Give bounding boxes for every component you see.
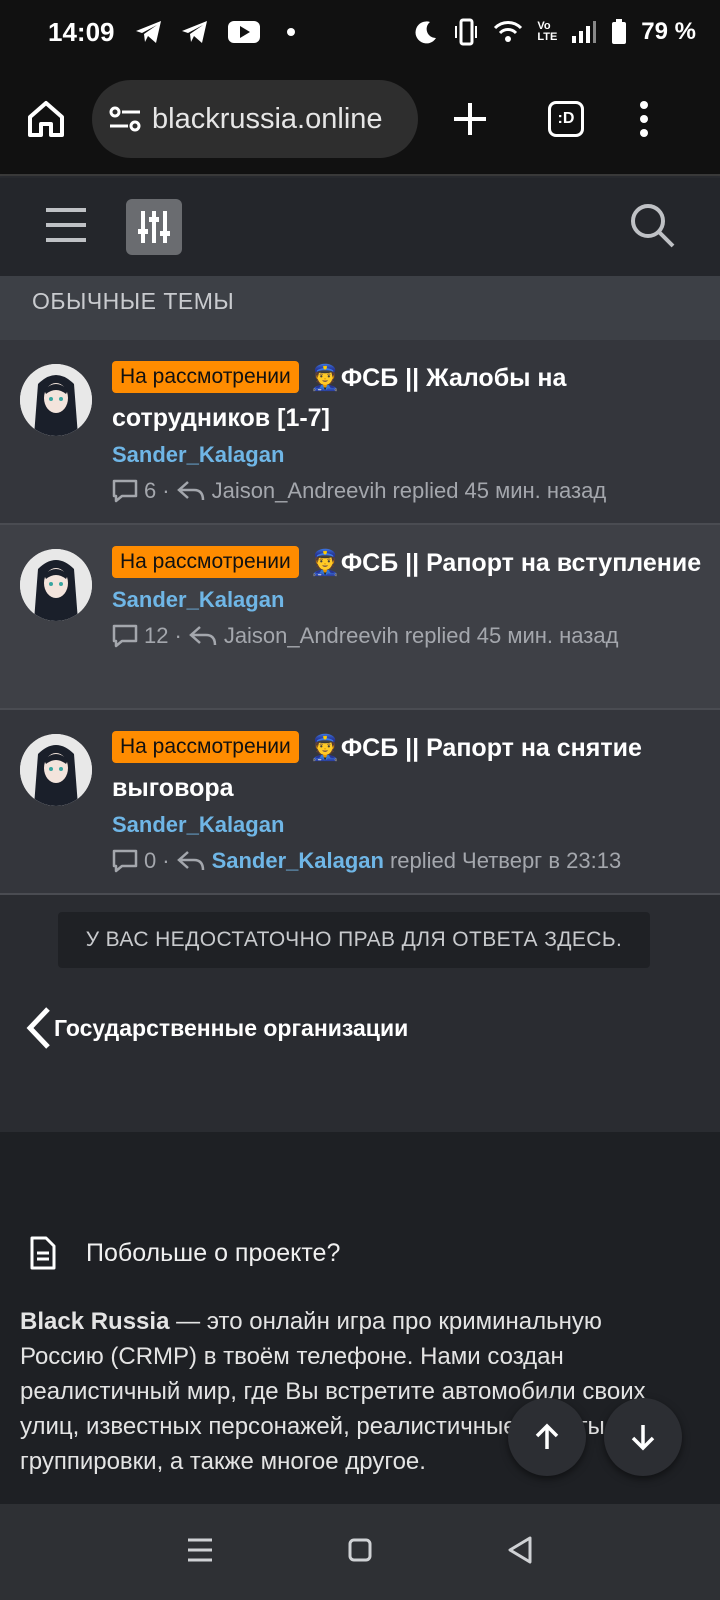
status-badge: На рассмотрении — [112, 546, 299, 578]
tab-count: :D — [548, 101, 584, 137]
telegram-icon — [181, 21, 207, 43]
system-nav-bar — [0, 1504, 720, 1600]
reply-count: 12 — [144, 623, 169, 648]
reply-arrow-icon — [176, 481, 204, 501]
thread-author[interactable]: Sander_Kalagan — [112, 442, 712, 468]
arrow-down-icon — [631, 1425, 655, 1451]
section-title: ОБЫЧНЫЕ ТЕМЫ — [0, 276, 720, 340]
volte-icon: Vo LTE — [537, 20, 558, 43]
breadcrumb-label[interactable]: Государственные организации — [54, 1015, 408, 1042]
url-text: blackrussia.online — [152, 102, 383, 135]
last-reply-user[interactable]: Sander_Kalagan — [212, 848, 384, 874]
status-bar: 14:09 Vo LTE 79 % — [0, 0, 720, 64]
browser-menu-button[interactable] — [638, 99, 650, 139]
reply-arrow-icon — [188, 626, 217, 646]
about-heading: Побольше о проекте? — [30, 1236, 340, 1270]
thread-title-text[interactable]: ФСБ || Рапорт на вступление — [341, 549, 701, 577]
thread-item[interactable]: На рассмотрении 👮ФСБ || Рапорт на вступл… — [0, 525, 720, 710]
comment-icon — [112, 479, 138, 503]
hamburger-menu-button[interactable] — [44, 205, 88, 250]
reply-arrow-icon — [176, 851, 204, 871]
scroll-up-button[interactable] — [508, 1398, 586, 1476]
plus-icon — [454, 103, 486, 135]
chevron-left-icon — [26, 1007, 50, 1049]
battery-level: 79 % — [641, 18, 696, 45]
arrow-up-icon — [535, 1423, 559, 1449]
thread-title[interactable]: На рассмотрении 👮ФСБ || Рапорт на вступл… — [112, 543, 712, 583]
thread-meta: 12 · Jaison_Andreevih replied 45 мин. наз… — [112, 623, 712, 649]
search-icon — [631, 203, 675, 247]
replied-label: replied — [389, 848, 457, 873]
new-tab-button[interactable] — [450, 99, 490, 139]
last-reply-user[interactable]: Jaison_Andreevih — [212, 478, 387, 504]
comment-icon — [112, 624, 138, 648]
no-permission-notice: У ВАС НЕДОСТАТОЧНО ПРАВ ДЛЯ ОТВЕТА ЗДЕСЬ… — [58, 912, 650, 968]
scroll-down-button[interactable] — [604, 1398, 682, 1476]
comment-icon — [112, 849, 138, 873]
more-vert-icon — [640, 101, 648, 137]
brand-name: Black Russia — [20, 1308, 170, 1335]
document-icon — [30, 1236, 56, 1270]
battery-icon — [612, 19, 627, 44]
do-not-disturb-moon-icon — [415, 21, 437, 44]
home-button[interactable] — [22, 95, 70, 143]
youtube-icon — [227, 21, 260, 43]
hamburger-icon — [46, 207, 86, 242]
signal-icon — [572, 21, 597, 43]
thread-author[interactable]: Sander_Kalagan — [112, 812, 712, 838]
police-emoji-icon: 👮 — [309, 734, 341, 762]
filter-button[interactable] — [126, 199, 182, 255]
thread-author[interactable]: Sander_Kalagan — [112, 587, 712, 613]
back-nav-button[interactable] — [506, 1535, 534, 1570]
thread-list: На рассмотрении 👮ФСБ || Жалобы на сотруд… — [0, 340, 720, 895]
last-reply-time: 45 мин. назад — [476, 623, 619, 648]
site-settings-icon[interactable] — [108, 104, 142, 134]
status-time: 14:09 — [48, 16, 115, 47]
telegram-icon — [135, 21, 161, 43]
thread-title[interactable]: На рассмотрении 👮ФСБ || Рапорт на снятие… — [112, 728, 712, 808]
reply-count: 6 — [144, 478, 157, 503]
tab-switcher-button[interactable]: :D — [548, 101, 584, 137]
avatar[interactable] — [20, 364, 92, 436]
thread-title[interactable]: На рассмотрении 👮ФСБ || Жалобы на сотруд… — [112, 358, 712, 438]
police-emoji-icon: 👮 — [309, 364, 341, 392]
home-square-icon — [348, 1538, 372, 1561]
last-reply-time: 45 мин. назад — [464, 478, 607, 503]
status-badge: На рассмотрении — [112, 731, 299, 763]
browser-toolbar: blackrussia.online :D — [0, 64, 720, 176]
breadcrumb-back-link[interactable]: Государственные организации — [24, 1006, 408, 1050]
replied-label: replied — [404, 623, 471, 648]
search-button[interactable] — [628, 201, 676, 254]
last-reply-time: Четверг в 23:13 — [462, 848, 622, 873]
thread-meta: 6 · Jaison_Andreevih replied 45 мин. наза… — [112, 478, 712, 504]
avatar[interactable] — [20, 549, 92, 621]
recent-apps-button[interactable] — [186, 1537, 214, 1568]
about-title: Побольше о проекте? — [86, 1238, 341, 1267]
home-nav-button[interactable] — [347, 1537, 373, 1568]
status-badge: На рассмотрении — [112, 361, 299, 393]
last-reply-user[interactable]: Jaison_Andreevih — [224, 623, 399, 649]
address-bar[interactable]: blackrussia.online — [92, 80, 418, 158]
home-icon — [28, 101, 64, 137]
sliders-icon — [138, 211, 170, 243]
reply-count: 0 — [144, 848, 157, 873]
back-triangle-icon — [508, 1536, 532, 1563]
recents-icon — [188, 1538, 213, 1561]
avatar[interactable] — [20, 734, 92, 806]
thread-item[interactable]: На рассмотрении 👮ФСБ || Рапорт на снятие… — [0, 710, 720, 895]
thread-meta: 0 · Sander_Kalagan replied Четверг в 23:1… — [112, 848, 712, 874]
police-emoji-icon: 👮 — [309, 549, 341, 577]
vibrate-icon — [455, 18, 478, 46]
forum-header — [0, 178, 720, 276]
wifi-icon — [494, 21, 523, 42]
replied-label: replied — [392, 478, 459, 503]
notification-dot-icon — [286, 28, 295, 36]
thread-item[interactable]: На рассмотрении 👮ФСБ || Жалобы на сотруд… — [0, 340, 720, 525]
